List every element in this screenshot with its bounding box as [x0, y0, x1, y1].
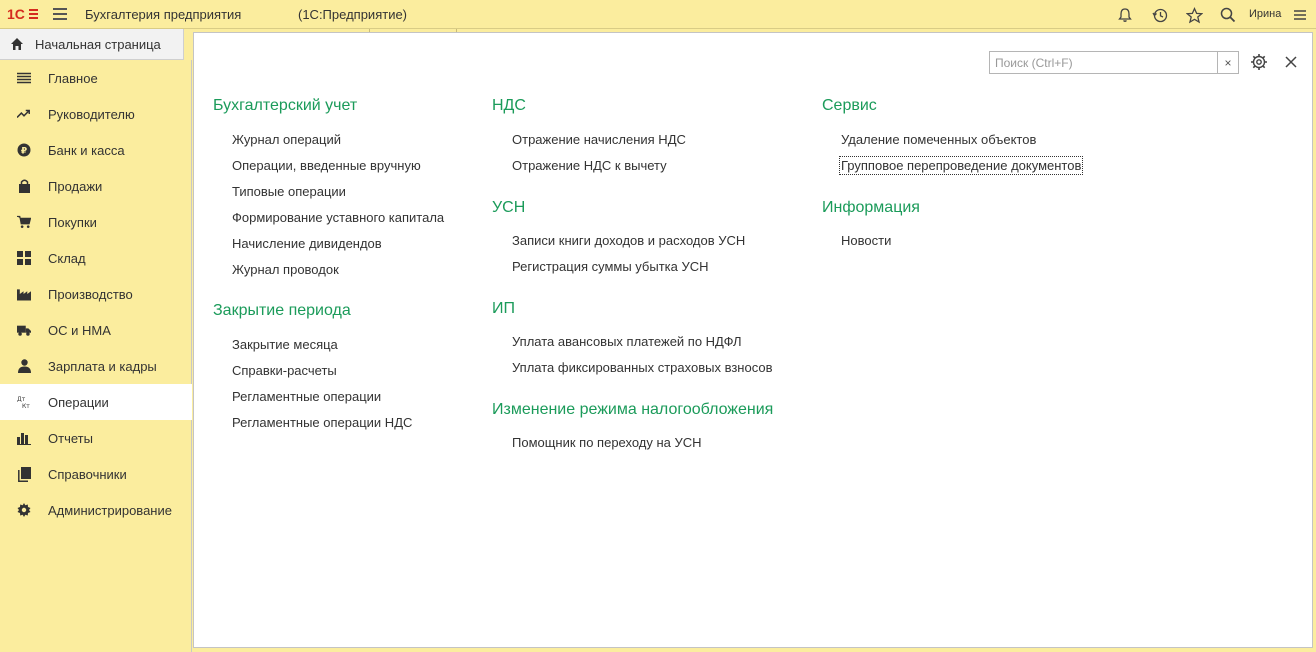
close-icon[interactable]: [1284, 55, 1298, 69]
home-icon: [11, 38, 23, 50]
sidebar-item-label: Покупки: [48, 215, 97, 230]
link-authorized-capital[interactable]: Формирование уставного капитала: [232, 210, 444, 225]
group-title-service: Сервис: [822, 97, 877, 114]
bar-chart-icon: [17, 431, 31, 445]
link-fixed-insurance-payments[interactable]: Уплата фиксированных страховых взносов: [512, 360, 772, 375]
warehouse-icon: [17, 251, 31, 265]
app-platform-label: (1С:Предприятие): [298, 7, 408, 22]
sidebar-item-bank[interactable]: ₽ Банк и касса: [0, 132, 192, 168]
sidebar-item-label: Справочники: [48, 467, 127, 482]
truck-icon: [17, 323, 31, 337]
history-icon[interactable]: [1150, 5, 1170, 25]
operations-panel: × Бухгалтерский учет Журнал операций Опе…: [193, 32, 1313, 648]
link-news[interactable]: Новости: [841, 233, 891, 248]
sidebar-item-label: Администрирование: [48, 503, 172, 518]
bag-icon: [17, 179, 31, 193]
sidebar-item-warehouse[interactable]: Склад: [0, 240, 192, 276]
search-box: ×: [989, 51, 1239, 74]
gear-icon: [17, 503, 31, 517]
link-ndfl-advance-payments[interactable]: Уплата авансовых платежей по НДФЛ: [512, 334, 742, 349]
link-usn-ledger-entries[interactable]: Записи книги доходов и расходов УСН: [512, 233, 745, 248]
link-manual-operations[interactable]: Операции, введенные вручную: [232, 158, 421, 173]
sidebar-item-label: Отчеты: [48, 431, 93, 446]
top-bar: 1С Бухгалтерия предприятия (1С:Предприят…: [0, 0, 1316, 29]
link-vat-deduction[interactable]: Отражение НДС к вычету: [512, 158, 667, 173]
books-icon: [17, 466, 31, 482]
sidebar-item-label: Руководителю: [48, 107, 135, 122]
link-usn-loss-registration[interactable]: Регистрация суммы убытка УСН: [512, 259, 709, 274]
link-routine-vat-operations[interactable]: Регламентные операции НДС: [232, 415, 412, 430]
user-name[interactable]: Ирина: [1249, 8, 1281, 20]
svg-text:1С: 1С: [7, 6, 25, 22]
sidebar-item-label: Главное: [48, 71, 98, 86]
link-routine-operations[interactable]: Регламентные операции: [232, 389, 381, 404]
main-menu-icon[interactable]: [53, 8, 67, 20]
search-icon[interactable]: [1218, 5, 1238, 25]
group-title-accounting: Бухгалтерский учет: [213, 97, 358, 114]
sidebar-item-administration[interactable]: Администрирование: [0, 492, 192, 528]
svg-text:₽: ₽: [21, 147, 27, 157]
trend-icon: [17, 107, 31, 121]
factory-icon: [17, 287, 31, 301]
sidebar-item-label: ОС и НМА: [48, 323, 111, 338]
sidebar-item-label: Зарплата и кадры: [48, 359, 157, 374]
sidebar: Главное Руководителю ₽ Банк и касса Прод…: [0, 60, 192, 652]
link-dividends[interactable]: Начисление дивидендов: [232, 236, 382, 251]
link-vat-accrual[interactable]: Отражение начисления НДС: [512, 132, 686, 147]
menu-icon: [17, 71, 31, 85]
sidebar-item-label: Склад: [48, 251, 86, 266]
svg-text:Дт: Дт: [17, 396, 26, 403]
sidebar-item-fixed-assets[interactable]: ОС и НМА: [0, 312, 192, 348]
settings-gear-icon[interactable]: [1250, 53, 1268, 71]
group-title-vat: НДС: [492, 97, 526, 114]
sidebar-item-reports[interactable]: Отчеты: [0, 420, 192, 456]
sidebar-item-label: Продажи: [48, 179, 103, 194]
more-icon[interactable]: [1290, 5, 1310, 25]
sidebar-item-salary[interactable]: Зарплата и кадры: [0, 348, 192, 384]
link-delete-marked-objects[interactable]: Удаление помеченных объектов: [841, 132, 1036, 147]
group-title-period-closing: Закрытие периода: [213, 302, 351, 319]
link-calculation-references[interactable]: Справки-расчеты: [232, 363, 337, 378]
dt-kt-icon: Дт Кт: [17, 395, 31, 409]
link-batch-reposting[interactable]: Групповое перепроведение документов: [838, 156, 1084, 175]
sidebar-item-production[interactable]: Производство: [0, 276, 192, 312]
home-page-tab[interactable]: Начальная страница: [0, 29, 184, 60]
link-operations-journal[interactable]: Журнал операций: [232, 132, 341, 147]
group-title-tax-regime-change: Изменение режима налогообложения: [492, 401, 774, 418]
sidebar-item-label: Банк и касса: [48, 143, 125, 158]
link-month-closing[interactable]: Закрытие месяца: [232, 337, 338, 352]
1c-logo-icon[interactable]: 1С: [7, 6, 39, 22]
star-icon[interactable]: [1184, 5, 1204, 25]
sidebar-item-label: Операции: [48, 395, 109, 410]
sidebar-item-sales[interactable]: Продажи: [0, 168, 192, 204]
sidebar-item-operations[interactable]: Дт Кт Операции: [0, 384, 192, 420]
home-tab-label: Начальная страница: [35, 36, 161, 52]
person-icon: [17, 359, 31, 373]
group-title-ip: ИП: [492, 300, 515, 317]
search-clear-button[interactable]: ×: [1217, 52, 1238, 73]
group-title-information: Информация: [822, 199, 920, 216]
sidebar-item-purchases[interactable]: Покупки: [0, 204, 192, 240]
sidebar-item-director[interactable]: Руководителю: [0, 96, 192, 132]
search-input[interactable]: [990, 52, 1217, 73]
bell-icon[interactable]: [1115, 5, 1135, 25]
svg-text:Кт: Кт: [22, 403, 30, 409]
link-entries-journal[interactable]: Журнал проводок: [232, 262, 339, 277]
link-typical-operations[interactable]: Типовые операции: [232, 184, 346, 199]
sidebar-item-references[interactable]: Справочники: [0, 456, 192, 492]
sidebar-item-main[interactable]: Главное: [0, 60, 192, 96]
sidebar-item-label: Производство: [48, 287, 133, 302]
group-title-usn: УСН: [492, 199, 526, 216]
link-usn-transition-assistant[interactable]: Помощник по переходу на УСН: [512, 435, 702, 450]
cart-icon: [17, 215, 31, 229]
ruble-icon: ₽: [17, 143, 31, 157]
app-title: Бухгалтерия предприятия: [85, 7, 242, 22]
